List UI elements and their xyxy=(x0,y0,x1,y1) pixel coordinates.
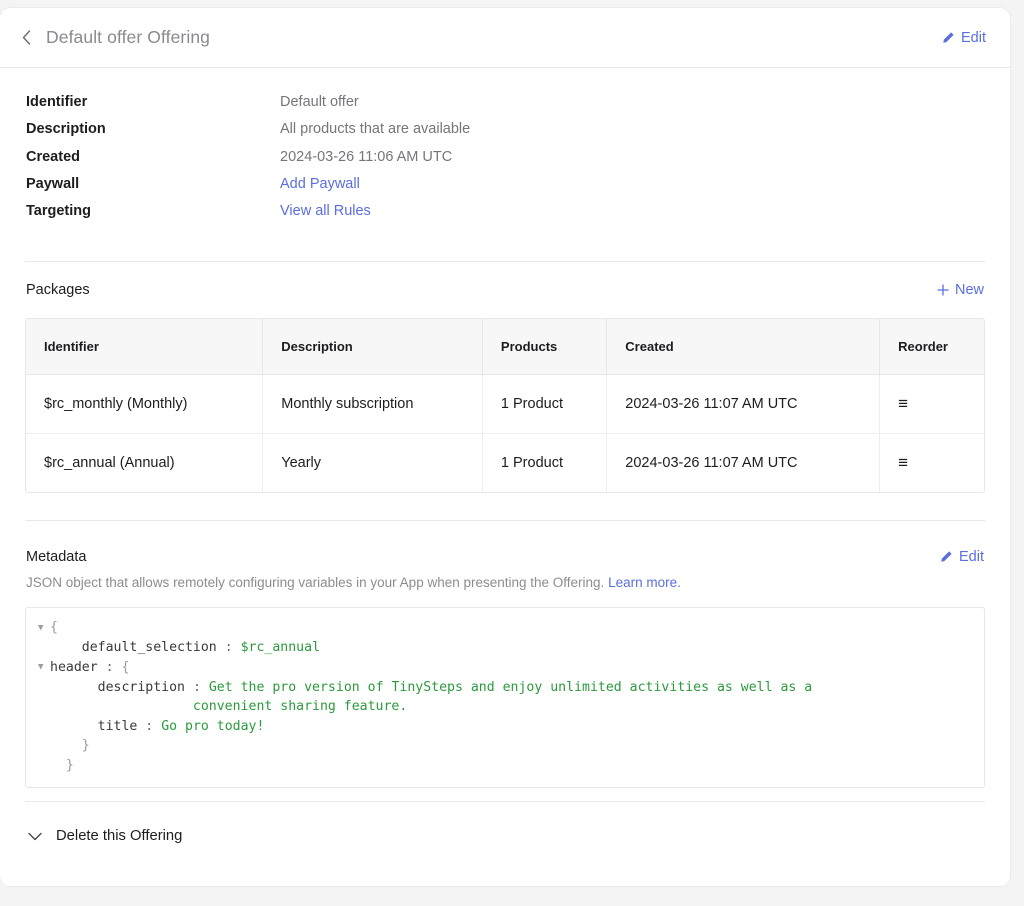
cell-identifier: $rc_annual (Annual) xyxy=(26,433,264,493)
json-line-root-open: ▼{ xyxy=(38,618,972,638)
detail-row-description: Description All products that are availa… xyxy=(26,121,984,148)
chevron-left-icon[interactable] xyxy=(14,26,38,50)
offering-details-list: Identifier Default offer Description All… xyxy=(0,68,1010,230)
detail-label: Targeting xyxy=(26,203,91,220)
packages-table-wrapper: Identifier Description Products Created … xyxy=(25,318,985,494)
details-bottom-spacer xyxy=(0,230,1010,261)
cell-reorder: ≡ xyxy=(879,374,984,434)
hamburger-drag-handle-icon[interactable]: ≡ xyxy=(898,394,908,413)
json-key-default-selection: default_selection xyxy=(81,640,217,656)
page-title: Default offer Offering xyxy=(46,27,211,47)
detail-label: Paywall xyxy=(26,175,80,192)
metadata-json-viewer[interactable]: ▼{ default_selection : $rc_annual ▼ heade… xyxy=(25,607,985,789)
cell-description: Monthly subscription xyxy=(262,374,483,434)
json-value-default-selection: $rc_annual xyxy=(240,640,321,656)
detail-label: Created xyxy=(26,148,80,165)
detail-value: 2024-03-26 11:06 AM UTC xyxy=(280,148,453,165)
edit-metadata-button[interactable]: Edit xyxy=(939,549,984,565)
column-header-created: Created xyxy=(606,319,881,375)
column-header-description: Description xyxy=(262,319,483,375)
column-header-products: Products xyxy=(482,319,608,375)
learn-more-link[interactable]: Learn more. xyxy=(608,575,681,590)
packages-title: Packages xyxy=(26,282,90,299)
chevron-down-icon xyxy=(26,827,44,845)
detail-value: Default offer xyxy=(280,94,359,110)
triangle-down-icon[interactable]: ▼ xyxy=(38,658,50,678)
json-colon: : xyxy=(192,679,201,695)
json-line-header-open: ▼ header : { xyxy=(38,658,972,678)
detail-row-paywall: Paywall Add Paywall xyxy=(26,176,984,203)
json-value-title: Go pro today! xyxy=(161,718,265,734)
json-line-default-selection: default_selection : $rc_annual xyxy=(38,638,972,658)
detail-label: Identifier xyxy=(26,94,88,110)
json-root-open-brace: { xyxy=(50,620,58,636)
detail-row-targeting: Targeting View all Rules xyxy=(26,203,984,230)
triangle-down-icon[interactable]: ▼ xyxy=(38,619,50,639)
packages-bottom-spacer xyxy=(0,493,1010,520)
cell-created: 2024-03-26 11:07 AM UTC xyxy=(606,433,881,493)
cell-reorder: ≡ xyxy=(880,433,984,492)
metadata-header: Metadata Edit xyxy=(0,535,1010,579)
plus-icon xyxy=(937,284,949,297)
cell-products: 1 Product xyxy=(482,374,608,434)
json-colon: : xyxy=(224,640,233,656)
packages-header: Packages New xyxy=(0,262,1010,318)
json-colon: : xyxy=(105,659,114,675)
column-header-reorder: Reorder xyxy=(879,319,984,375)
edit-metadata-label: Edit xyxy=(959,549,984,566)
edit-offering-label: Edit xyxy=(961,29,986,46)
json-bottom-spacer xyxy=(0,788,1010,801)
json-line-root-close: } xyxy=(38,756,972,776)
json-key-description: description xyxy=(97,679,185,695)
hamburger-drag-handle-icon[interactable]: ≡ xyxy=(898,453,908,472)
cell-created: 2024-03-26 11:07 AM UTC xyxy=(606,374,881,434)
detail-value: All products that are available xyxy=(280,121,471,138)
cell-products: 1 Product xyxy=(482,433,608,493)
detail-label: Description xyxy=(26,121,106,138)
offering-detail-card: Default offer Offering Edit Identifier D… xyxy=(0,8,1010,886)
add-paywall-link[interactable]: Add Paywall xyxy=(280,176,360,192)
cell-identifier: $rc_monthly (Monthly) xyxy=(26,374,264,434)
json-header-open-brace: { xyxy=(121,659,130,675)
json-key-title: title xyxy=(97,718,138,734)
metadata-title: Metadata xyxy=(26,549,87,566)
json-root-close-brace: } xyxy=(65,757,74,773)
edit-offering-button[interactable]: Edit xyxy=(941,30,986,46)
table-row[interactable]: $rc_annual (Annual) Yearly 1 Product 202… xyxy=(26,433,984,493)
table-row[interactable]: $rc_monthly (Monthly) Monthly subscripti… xyxy=(26,374,984,434)
new-package-button[interactable]: New xyxy=(937,282,984,298)
new-package-label: New xyxy=(954,282,984,299)
json-colon: : xyxy=(145,718,154,734)
json-line-description: description : Get the pro version of Tin… xyxy=(38,678,972,698)
json-value-description-line2: convenient sharing feature. xyxy=(192,699,408,715)
table-header-row: Identifier Description Products Created … xyxy=(26,319,984,375)
pencil-icon xyxy=(941,31,955,45)
json-line-header-close: } xyxy=(38,736,972,756)
view-all-rules-link[interactable]: View all Rules xyxy=(280,203,371,219)
packages-table-body: $rc_monthly (Monthly) Monthly subscripti… xyxy=(26,374,984,493)
json-line-description-continued: convenient sharing feature. xyxy=(38,697,972,717)
json-line-title: title : Go pro today! xyxy=(38,717,972,737)
metadata-description: JSON object that allows remotely configu… xyxy=(0,575,1010,590)
delete-offering-label: Delete this Offering xyxy=(56,828,183,845)
delete-offering-disclosure[interactable]: Delete this Offering xyxy=(0,808,1010,864)
pencil-icon xyxy=(939,550,953,564)
packages-table-head: Identifier Description Products Created … xyxy=(26,319,984,375)
column-header-identifier: Identifier xyxy=(26,319,264,375)
divider-above-metadata xyxy=(25,520,985,522)
detail-row-identifier: Identifier Default offer xyxy=(26,94,984,121)
json-key-header: header xyxy=(50,659,98,675)
detail-row-created: Created 2024-03-26 11:06 AM UTC xyxy=(26,149,984,176)
metadata-description-text: JSON object that allows remotely configu… xyxy=(26,575,605,591)
json-header-close-brace: } xyxy=(81,738,90,754)
cell-description: Yearly xyxy=(262,433,483,493)
json-value-description-line1: Get the pro version of TinySteps and enj… xyxy=(208,679,813,695)
page-header: Default offer Offering Edit xyxy=(0,8,1010,68)
packages-table: Identifier Description Products Created … xyxy=(26,319,984,493)
divider-above-delete xyxy=(25,801,985,803)
